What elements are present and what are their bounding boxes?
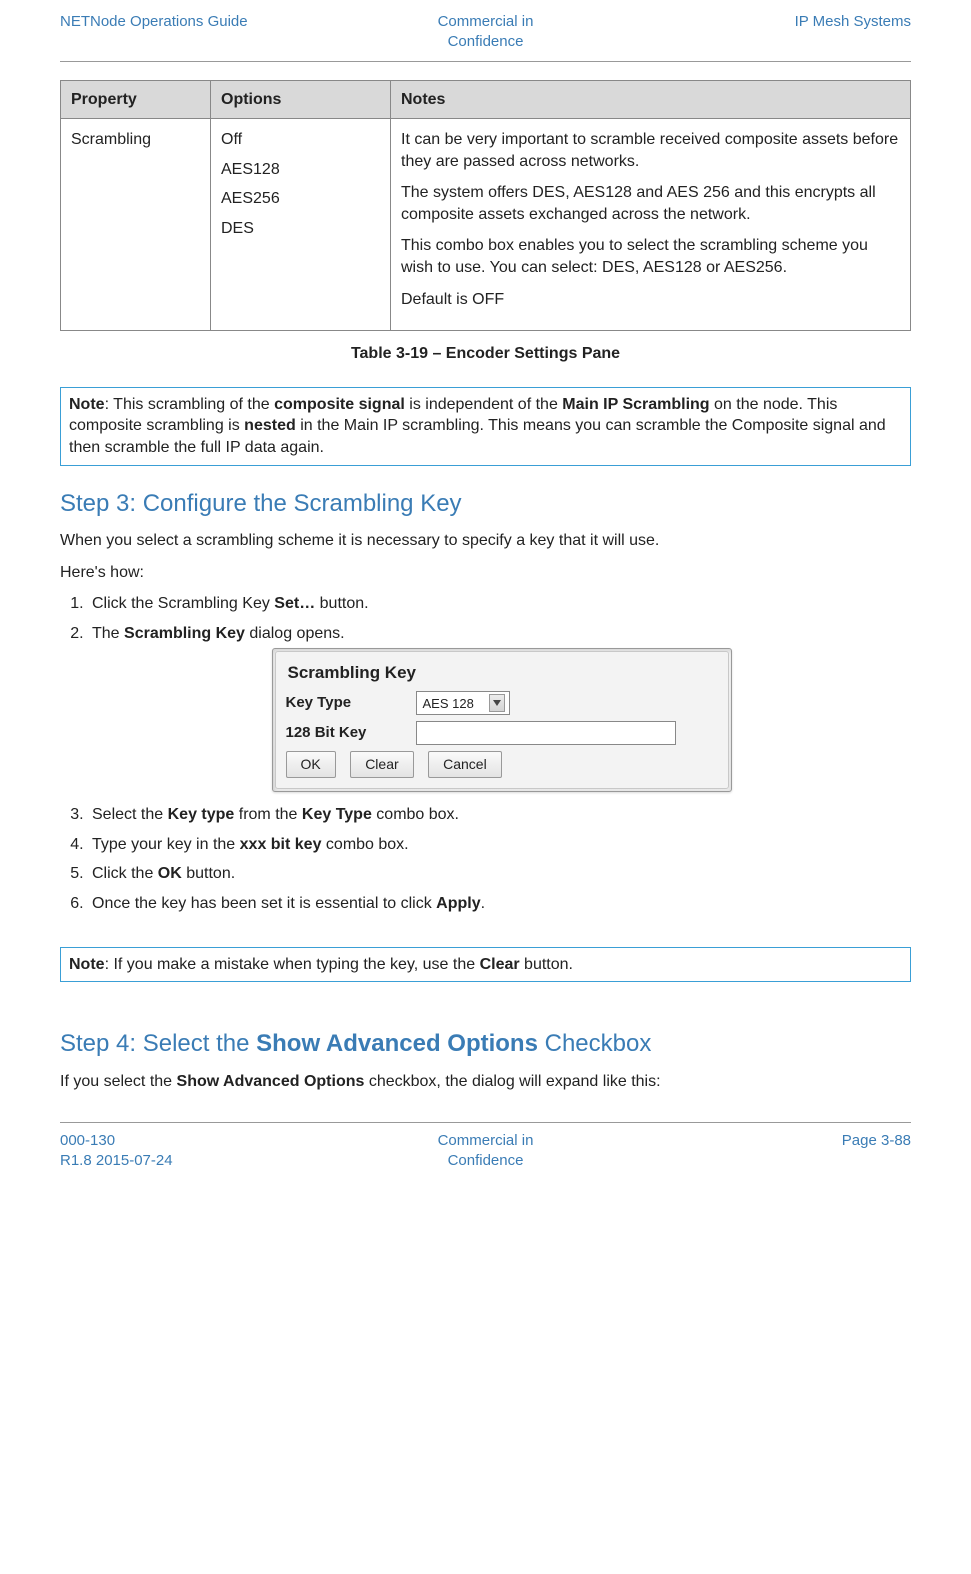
li-text: Type your key in the <box>92 836 240 853</box>
header-left: NETNode Operations Guide <box>60 12 438 53</box>
list-item: Once the key has been set it is essentia… <box>88 893 911 915</box>
heading-text: Checkbox <box>538 1030 651 1057</box>
label-key-type: Key Type <box>286 693 416 713</box>
key-input[interactable] <box>416 721 676 745</box>
li-text: The <box>92 625 124 642</box>
li-text: button. <box>315 595 368 612</box>
li-bold: Key type <box>168 806 235 823</box>
scrambling-key-dialog: Scrambling Key Key Type AES 128 128 Bit … <box>272 648 732 792</box>
note-box-scrambling: Note: This scrambling of the composite s… <box>60 387 911 466</box>
notes-p4: Default is OFF <box>401 289 900 311</box>
table-caption: Table 3-19 – Encoder Settings Pane <box>60 343 911 365</box>
li-bold: OK <box>158 865 182 882</box>
th-options: Options <box>211 80 391 119</box>
header-right: IP Mesh Systems <box>533 12 911 53</box>
key-type-value: AES 128 <box>423 695 474 713</box>
li-text: . <box>481 895 485 912</box>
note-prefix: Note <box>69 956 105 973</box>
note-text: : If you make a mistake when typing the … <box>105 956 480 973</box>
note-bold: Clear <box>480 956 520 973</box>
note-text-1: composite signal <box>274 396 405 413</box>
li-bold: Apply <box>436 895 480 912</box>
key-type-select[interactable]: AES 128 <box>416 691 510 715</box>
note-box-clear: Note: If you make a mistake when typing … <box>60 947 911 983</box>
cancel-button[interactable]: Cancel <box>428 751 502 778</box>
li-text: from the <box>234 806 302 823</box>
li-text: Click the <box>92 865 158 882</box>
th-notes: Notes <box>391 80 911 119</box>
li-text: combo box. <box>372 806 459 823</box>
li-text: Once the key has been set it is essentia… <box>92 895 436 912</box>
li-bold: Set… <box>274 595 315 612</box>
list-item: Click the OK button. <box>88 863 911 885</box>
dialog-title: Scrambling Key <box>286 660 718 691</box>
note-text: button. <box>520 956 573 973</box>
step3-heading: Step 3: Configure the Scrambling Key <box>60 488 911 520</box>
list-item: Type your key in the xxx bit key combo b… <box>88 834 911 856</box>
step3-para2: Here's how: <box>60 562 911 584</box>
list-item: Select the Key type from the Key Type co… <box>88 804 911 826</box>
heading-bold: Show Advanced Options <box>256 1030 538 1057</box>
li-text: Select the <box>92 806 168 823</box>
table-row: Scrambling Off AES128 AES256 DES It can … <box>61 119 911 331</box>
li-bold: xxx bit key <box>240 836 322 853</box>
para-bold: Show Advanced Options <box>177 1073 365 1090</box>
note-text-0: : This scrambling of the <box>105 396 275 413</box>
note-prefix: Note <box>69 396 105 413</box>
footer-right: Page 3-88 <box>533 1131 911 1172</box>
option-off: Off <box>221 129 380 151</box>
dialog-buttons: OK Clear Cancel <box>286 751 718 778</box>
clear-button[interactable]: Clear <box>350 751 413 778</box>
li-text: combo box. <box>321 836 408 853</box>
footer-left: 000-130 R1.8 2015-07-24 <box>60 1131 438 1172</box>
li-bold: Scrambling Key <box>124 625 245 642</box>
notes-p2: The system offers DES, AES128 and AES 25… <box>401 182 900 225</box>
footer-docnum: 000-130 <box>60 1131 438 1151</box>
list-item: Click the Scrambling Key Set… button. <box>88 593 911 615</box>
heading-text: Step 4: Select the <box>60 1030 256 1057</box>
chevron-down-icon[interactable] <box>489 694 505 712</box>
dialog-row-128key: 128 Bit Key <box>286 721 718 745</box>
properties-table: Property Options Notes Scrambling Off AE… <box>60 80 911 332</box>
para-text: checkbox, the dialog will expand like th… <box>364 1073 660 1090</box>
cell-options: Off AES128 AES256 DES <box>211 119 391 331</box>
option-des: DES <box>221 218 380 240</box>
note-text-2: is independent of the <box>405 396 562 413</box>
footer-center: Commercial in Confidence <box>438 1131 534 1172</box>
note-text-3: Main IP Scrambling <box>562 396 709 413</box>
notes-p3: This combo box enables you to select the… <box>401 235 900 278</box>
li-text: button. <box>182 865 235 882</box>
label-128-bit-key: 128 Bit Key <box>286 723 416 743</box>
note-text-5: nested <box>244 417 296 434</box>
step4-para: If you select the Show Advanced Options … <box>60 1071 911 1093</box>
cell-property: Scrambling <box>61 119 211 331</box>
para-text: If you select the <box>60 1073 177 1090</box>
option-aes128: AES128 <box>221 159 380 181</box>
list-item: The Scrambling Key dialog opens. Scrambl… <box>88 623 911 792</box>
step3-para1: When you select a scrambling scheme it i… <box>60 530 911 552</box>
step4-heading: Step 4: Select the Show Advanced Options… <box>60 1028 911 1060</box>
cell-notes: It can be very important to scramble rec… <box>391 119 911 331</box>
dialog-row-keytype: Key Type AES 128 <box>286 691 718 715</box>
option-aes256: AES256 <box>221 188 380 210</box>
li-bold: Key Type <box>302 806 372 823</box>
notes-p1: It can be very important to scramble rec… <box>401 129 900 172</box>
footer-revision: R1.8 2015-07-24 <box>60 1151 438 1171</box>
ok-button[interactable]: OK <box>286 751 336 778</box>
header-center: Commercial in Confidence <box>438 12 534 53</box>
li-text: dialog opens. <box>245 625 345 642</box>
li-text: Click the Scrambling Key <box>92 595 274 612</box>
step3-list: Click the Scrambling Key Set… button. Th… <box>60 593 911 914</box>
page-footer: 000-130 R1.8 2015-07-24 Commercial in Co… <box>60 1122 911 1172</box>
page-header: NETNode Operations Guide Commercial in C… <box>60 0 911 62</box>
th-property: Property <box>61 80 211 119</box>
